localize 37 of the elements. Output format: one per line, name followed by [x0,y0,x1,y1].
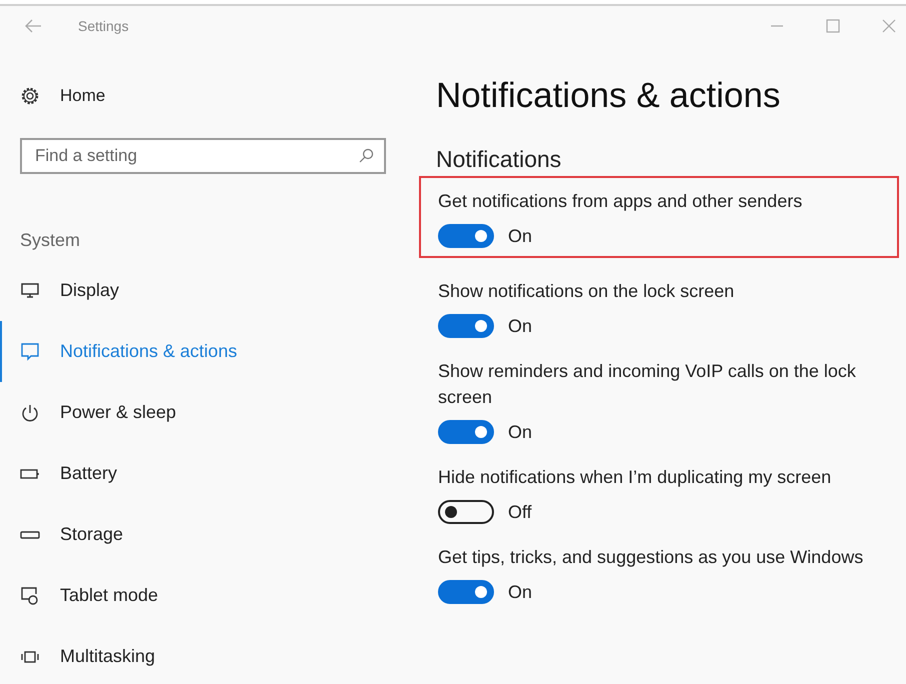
monitor-icon [20,282,40,300]
section-heading: System [20,230,82,252]
toggle-switch[interactable] [438,500,494,524]
sidebar-item[interactable]: Display [0,260,410,321]
toggle-state: On [508,316,532,336]
setting-label: Show notifications on the lock screen [438,280,736,303]
multitasking-icon [20,650,40,664]
window-title: Settings [78,18,129,34]
search-icon[interactable] [358,148,374,164]
toggle-switch[interactable] [438,314,494,338]
sidebar-item[interactable]: Power & sleep [0,382,410,443]
drive-icon [20,530,40,540]
sidebar-item[interactable]: Notifications & actions [0,321,410,382]
gear-icon [20,86,40,106]
tablet-icon [20,586,40,606]
speech-bubble-icon [20,342,40,362]
sidebar-item[interactable]: Battery [0,443,410,504]
page-title: Notifications & actions [436,76,782,117]
toggle-state: On [508,422,532,442]
sidebar-item[interactable]: Multitasking [0,626,410,684]
toggle-switch[interactable] [438,224,494,248]
search-field[interactable]: Find a setting [20,138,386,174]
toggle-switch[interactable] [438,420,494,444]
setting-label: Show reminders and incoming VoIP calls on the lock screen [438,360,857,409]
sidebar-item[interactable]: Tablet mode [0,565,410,626]
setting-label: Hide notifications when I’m duplicating my screen [438,466,832,489]
toggle-state: On [508,226,532,246]
battery-icon [20,468,40,480]
setting-label: Get notifications from apps and other senders [438,190,804,213]
setting-label: Get tips, tricks, and suggestions as you use Windows [438,546,864,569]
section-heading: Notifications [436,146,562,174]
toggle-switch[interactable] [438,580,494,604]
sidebar-item[interactable]: Storage [0,504,410,565]
power-icon [20,402,40,422]
home-link[interactable]: Home [60,86,106,106]
toggle-state: On [508,582,532,602]
toggle-state: Off [508,502,532,522]
